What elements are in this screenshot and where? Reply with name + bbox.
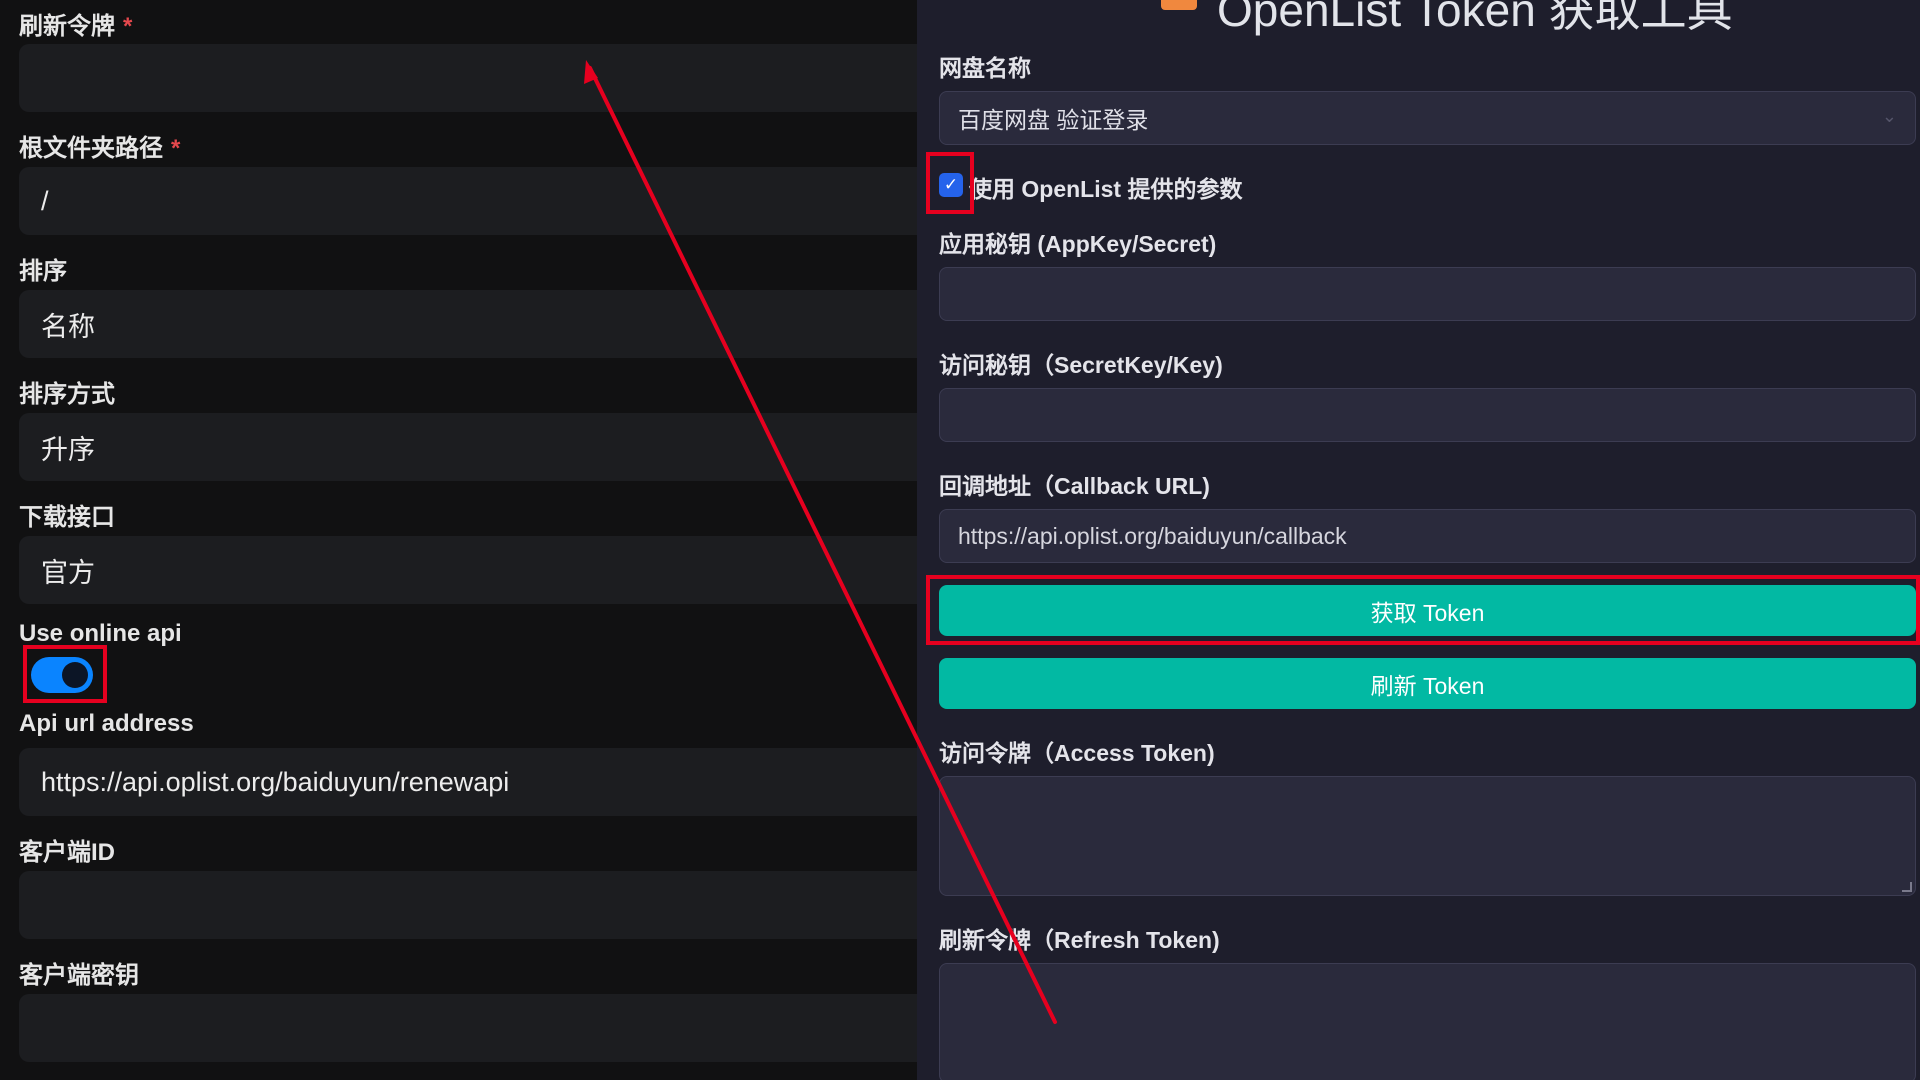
app-key-label: 应用秘钥 (AppKey/Secret): [939, 231, 1217, 257]
client-id-field[interactable]: [19, 871, 917, 939]
chevron-down-icon: ⌄: [1881, 106, 1897, 126]
cloud-name-value: 百度网盘 验证登录: [958, 107, 1149, 133]
order-direction-select[interactable]: 升序: [19, 413, 917, 481]
download-api-select[interactable]: 官方: [19, 536, 917, 604]
use-openlist-params-label: 使用 OpenList 提供的参数: [969, 176, 1243, 202]
order-direction-label: 排序方式: [19, 381, 115, 408]
token-tool-panel: OpenList Token 获取工具 网盘名称 百度网盘 验证登录 ⌄ ✓ 使…: [917, 0, 1920, 1080]
callback-url-label: 回调地址（Callback URL): [939, 473, 1210, 499]
cloud-name-select[interactable]: 百度网盘 验证登录 ⌄: [939, 91, 1916, 145]
client-secret-field[interactable]: [19, 994, 917, 1062]
refresh-token-output-label: 刷新令牌（Refresh Token): [939, 927, 1220, 953]
refresh-token-field[interactable]: [19, 44, 917, 112]
root-folder-label: 根文件夹路径 *: [19, 135, 181, 162]
client-secret-label: 客户端密钥: [19, 962, 139, 989]
api-url-label: Api url address: [19, 710, 194, 737]
refresh-token-button[interactable]: 刷新 Token: [939, 658, 1916, 709]
storage-settings-form: 刷新令牌 * 根文件夹路径 * / 排序 名称 排序方式 升序 下载接口 官方 Us…: [0, 0, 917, 1080]
highlight-box-get-token: [926, 575, 1920, 645]
highlight-box-checkbox: [926, 152, 974, 214]
order-by-select[interactable]: 名称: [19, 290, 917, 358]
refresh-token-textarea[interactable]: [939, 963, 1916, 1080]
app-key-input[interactable]: [939, 267, 1916, 321]
client-id-label: 客户端ID: [19, 839, 115, 866]
token-tool-icon: [1161, 0, 1197, 10]
page-title: OpenList Token 获取工具: [1217, 0, 1733, 36]
order-by-label: 排序: [19, 258, 67, 285]
root-folder-field[interactable]: /: [19, 167, 917, 235]
access-token-label: 访问令牌（Access Token): [939, 740, 1215, 766]
callback-url-input[interactable]: https://api.oplist.org/baiduyun/callback: [939, 509, 1916, 563]
access-token-textarea[interactable]: [939, 776, 1916, 896]
required-mark: *: [171, 135, 181, 162]
secret-key-input[interactable]: [939, 388, 1916, 442]
secret-key-label: 访问秘钥（SecretKey/Key): [939, 352, 1223, 378]
api-url-field[interactable]: https://api.oplist.org/baiduyun/renewapi: [19, 748, 917, 816]
download-api-label: 下载接口: [19, 504, 115, 531]
highlight-box-toggle: [23, 645, 107, 703]
use-online-api-label: Use online api: [19, 620, 182, 647]
cloud-name-label: 网盘名称: [939, 55, 1031, 81]
required-mark: *: [123, 13, 133, 40]
refresh-token-label: 刷新令牌 *: [19, 13, 133, 40]
resize-grip-icon[interactable]: [1902, 882, 1912, 892]
